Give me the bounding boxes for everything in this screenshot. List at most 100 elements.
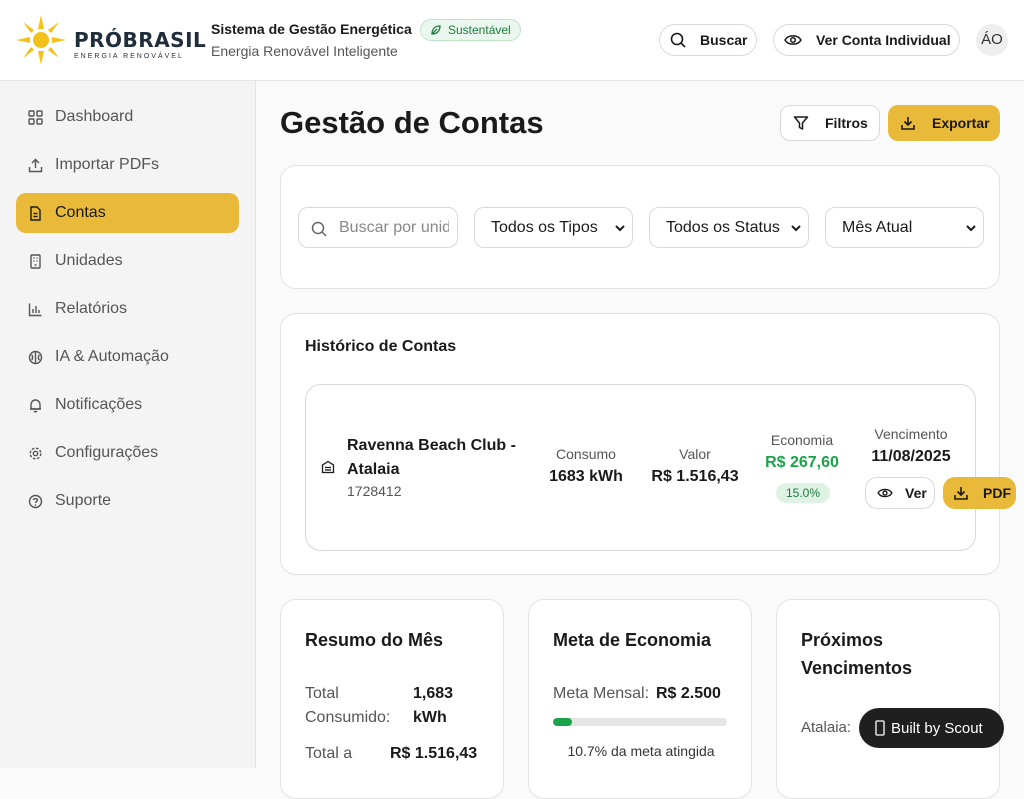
sidebar-item-label: Contas: [55, 204, 106, 221]
page-title: Gestão de Contas: [280, 105, 544, 140]
help-icon: [28, 494, 43, 508]
sidebar-item-label: Dashboard: [55, 108, 134, 125]
status-select[interactable]: Todos os Status: [649, 207, 809, 248]
download-pdf-button[interactable]: PDF: [943, 477, 1016, 509]
unit-code: 1728412: [347, 483, 402, 499]
export-label: Exportar: [932, 115, 990, 131]
total-pay-label: Total a: [305, 745, 353, 762]
section-title: Histórico de Contas: [305, 338, 457, 355]
logo-subtext: ENERGIA RENOVÁVEL: [74, 53, 184, 60]
sidebar-item-configuracoes[interactable]: Configurações: [16, 433, 239, 473]
sidebar-item-label: Suporte: [55, 492, 112, 509]
search-button[interactable]: Buscar: [659, 24, 757, 56]
built-by-scout-button[interactable]: Built by Scout: [859, 708, 1004, 748]
goal-progress-fill: [553, 718, 572, 726]
sidebar-item-label: Relatórios: [55, 300, 128, 317]
top-bar: PRÓBRASIL ENERGIA RENOVÁVEL Sistema de G…: [0, 0, 1024, 81]
month-summary-card: Resumo do Mês Total Consumido: 1,683 kWh…: [280, 599, 504, 799]
upload-icon: [28, 158, 43, 172]
export-button[interactable]: Exportar: [888, 105, 1000, 141]
amount-value: R$ 1.516,43: [651, 468, 739, 485]
period-select-value: Mês Atual: [842, 218, 913, 236]
total-consumed-label: Total Consumido:: [305, 685, 391, 726]
search-input[interactable]: [339, 216, 449, 240]
sidebar-item-suporte[interactable]: Suporte: [16, 481, 239, 521]
view-individual-account-button[interactable]: Ver Conta Individual: [773, 24, 960, 56]
sidebar-item-label: Unidades: [55, 252, 123, 269]
eye-icon: [877, 488, 893, 498]
scout-icon: [875, 720, 885, 736]
sidebar-item-notificacoes[interactable]: Notificações: [16, 385, 239, 425]
upcoming-due-card: Próximos Vencimentos Atalaia:: [776, 599, 1000, 799]
bill-row[interactable]: Ravenna Beach Club - Atalaia 1728412 Con…: [305, 384, 976, 551]
download-icon: [954, 487, 968, 500]
sidebar-item-label: Notificações: [55, 396, 143, 413]
sidebar-item-unidades[interactable]: Unidades: [16, 241, 239, 281]
chevron-down-icon: [966, 225, 976, 232]
consumption-label: Consumo: [556, 446, 616, 462]
monthly-goal-label: Meta Mensal:: [553, 685, 650, 702]
due-date-value: 11/08/2025: [871, 448, 951, 465]
total-pay-value: R$ 1.516,43: [390, 745, 478, 762]
sidebar-item-import-pdfs[interactable]: Importar PDFs: [16, 145, 239, 185]
brain-icon: [28, 350, 43, 364]
sidebar-item-label: Configurações: [55, 444, 159, 461]
card-title: Meta de Economia: [553, 630, 712, 650]
sidebar: Dashboard Importar PDFs Contas Unidades …: [0, 81, 256, 768]
logo-text: PRÓBRASIL: [74, 28, 207, 52]
sidebar-item-dashboard[interactable]: Dashboard: [16, 97, 239, 137]
system-title: Sistema de Gestão Energética: [211, 21, 412, 37]
document-icon: [30, 205, 41, 221]
chevron-down-icon: [615, 225, 625, 232]
savings-percent-badge: 15.0%: [776, 483, 830, 503]
sustainable-badge: Sustentável: [420, 19, 521, 41]
dashboard-icon: [28, 109, 43, 125]
scout-label: Built by Scout: [891, 719, 983, 737]
eye-icon: [784, 35, 802, 45]
view-account-label: Ver Conta Individual: [816, 32, 951, 48]
sidebar-item-relatorios[interactable]: Relatórios: [16, 289, 239, 329]
period-select[interactable]: Mês Atual: [825, 207, 984, 248]
sun-logo-icon: [16, 15, 66, 65]
system-subtitle: Energia Renovável Inteligente: [211, 43, 398, 59]
sidebar-item-ia-automacao[interactable]: IA & Automação: [16, 337, 239, 377]
upcoming-item-label: Atalaia:: [801, 719, 852, 736]
download-icon: [901, 117, 915, 130]
savings-label: Economia: [770, 432, 834, 448]
due-date-label: Vencimento: [874, 426, 948, 442]
filter-icon: [793, 116, 809, 130]
monthly-goal-value: R$ 2.500: [656, 685, 721, 702]
sidebar-item-label: IA & Automação: [55, 348, 169, 365]
leaf-icon: [431, 25, 441, 35]
savings-goal-card: Meta de Economia Meta Mensal: R$ 2.500 1…: [528, 599, 752, 799]
goal-progress-text: 10.7% da meta atingida: [567, 743, 715, 759]
sidebar-item-contas[interactable]: Contas: [16, 193, 239, 233]
search-field[interactable]: [298, 207, 458, 248]
type-select-value: Todos os Tipos: [491, 218, 598, 236]
chevron-down-icon: [791, 225, 801, 232]
type-select[interactable]: Todos os Tipos: [474, 207, 633, 248]
unit-name: Ravenna Beach Club - Atalaia: [347, 437, 516, 478]
goal-progress-bar: [553, 718, 727, 726]
bell-icon: [30, 398, 41, 412]
filters-button[interactable]: Filtros: [780, 105, 880, 141]
card-title: Próximos Vencimentos: [801, 630, 913, 678]
filter-panel: Todos os Tipos Todos os Status Mês Atual: [280, 165, 1000, 289]
amount-label: Valor: [679, 446, 711, 462]
bar-chart-icon: [28, 303, 42, 316]
bill-history-panel: Histórico de Contas Ravenna Beach Club -…: [280, 313, 1000, 575]
view-bill-button[interactable]: Ver: [865, 477, 935, 509]
gear-icon: [29, 446, 42, 460]
building-icon: [321, 460, 335, 474]
status-select-value: Todos os Status: [666, 218, 780, 236]
search-button-label: Buscar: [700, 32, 748, 48]
view-bill-label: Ver: [905, 485, 927, 501]
pdf-label: PDF: [983, 485, 1011, 501]
card-title: Resumo do Mês: [305, 630, 444, 650]
badge-label: Sustentável: [448, 23, 511, 37]
brand-logo[interactable]: PRÓBRASIL ENERGIA RENOVÁVEL: [16, 15, 206, 65]
user-avatar[interactable]: ÁO: [976, 24, 1008, 56]
sidebar-item-label: Importar PDFs: [55, 156, 160, 173]
savings-value: R$ 267,60: [765, 454, 839, 471]
consumption-value: 1683 kWh: [549, 468, 623, 485]
